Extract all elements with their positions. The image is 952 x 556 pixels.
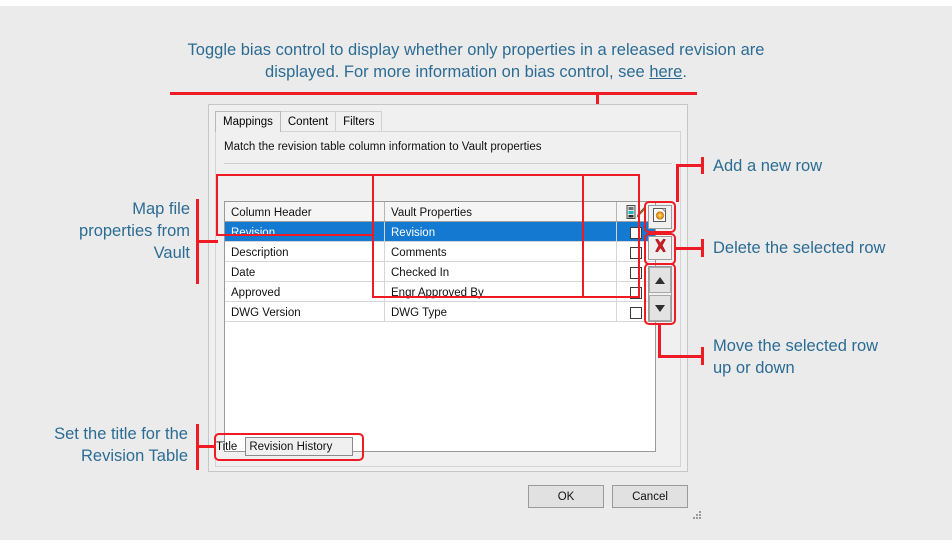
- callout-box-vault-properties: [372, 174, 584, 298]
- panel-description: Match the revision table column informat…: [224, 141, 542, 153]
- callout-box-bias-column: [582, 174, 640, 298]
- tab-mappings-label: Mappings: [223, 116, 273, 128]
- ok-button-label: OK: [557, 490, 575, 503]
- bottom-margin-strip: [0, 540, 952, 556]
- cell-column-header: Date: [225, 262, 385, 281]
- callout-delete-line-horizontal: [676, 247, 704, 250]
- callout-box-add-button: [644, 201, 676, 233]
- cancel-button-label: Cancel: [632, 490, 668, 503]
- cell-vault-property: DWG Type: [385, 302, 617, 321]
- tab-strip: Mappings Content Filters: [215, 111, 383, 132]
- annotation-delete-selected-row: Delete the selected row: [713, 239, 886, 257]
- resize-grip[interactable]: [692, 510, 702, 520]
- annotation-add-a-new-row: Add a new row: [713, 157, 823, 175]
- cell-column-header: Description: [225, 242, 385, 261]
- annotation-move-selected-row: Move the selected row up or down: [713, 337, 879, 377]
- tab-content-label: Content: [287, 116, 329, 128]
- callout-move-line-down: [658, 325, 661, 357]
- panel-divider: [224, 163, 672, 164]
- callout-title-horizontal-lead: [196, 445, 216, 448]
- callout-box-move-buttons: [644, 263, 676, 325]
- callout-map-horizontal-lead: [196, 240, 218, 243]
- top-margin-strip: [0, 0, 952, 6]
- callout-move-tick: [701, 347, 704, 365]
- figure-canvas: Toggle bias control to display whether o…: [0, 0, 952, 556]
- callout-box-title-field: [214, 433, 364, 461]
- tab-content[interactable]: Content: [279, 111, 337, 132]
- callout-add-tick: [701, 157, 704, 174]
- annotation-bias-text-after: .: [682, 63, 687, 81]
- callout-box-delete-button: [644, 233, 676, 265]
- callout-delete-tick: [701, 239, 704, 257]
- cancel-button[interactable]: Cancel: [612, 485, 688, 508]
- annotation-bias-link[interactable]: here: [649, 63, 682, 81]
- table-row[interactable]: DWG Version DWG Type: [225, 302, 655, 322]
- callout-box-column-header: [216, 174, 374, 236]
- callout-top-horizontal-line: [170, 92, 697, 95]
- tab-mappings[interactable]: Mappings: [215, 111, 281, 132]
- bias-checkbox[interactable]: [630, 306, 642, 319]
- callout-add-line-horizontal: [676, 164, 704, 167]
- callout-move-line-horizontal: [658, 355, 704, 358]
- callout-add-line-up: [676, 164, 679, 202]
- annotation-set-title: Set the title for the Revision Table: [54, 425, 188, 465]
- annotation-map-file-properties: Map file properties from Vault: [79, 200, 190, 262]
- tab-filters-label: Filters: [343, 116, 375, 128]
- cell-column-header: DWG Version: [225, 302, 385, 321]
- annotation-bias-control: Toggle bias control to display whether o…: [170, 17, 782, 83]
- tab-filters[interactable]: Filters: [335, 111, 383, 132]
- cell-column-header: Approved: [225, 282, 385, 301]
- ok-button[interactable]: OK: [528, 485, 604, 508]
